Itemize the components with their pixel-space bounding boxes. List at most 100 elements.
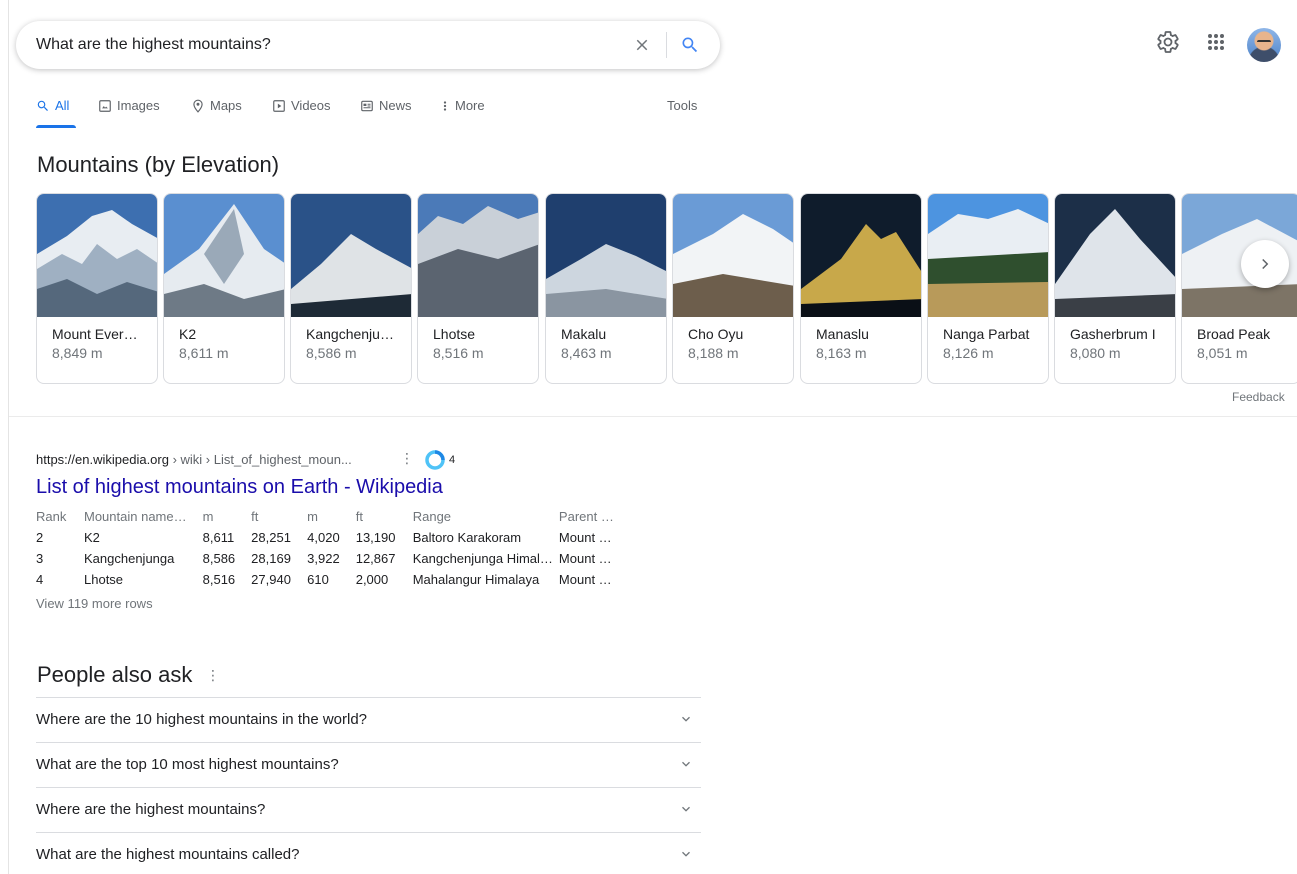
clear-button[interactable]: [628, 31, 656, 59]
paa-question-text: Where are the highest mountains?: [36, 801, 266, 818]
result-menu-button[interactable]: ⋮: [400, 450, 414, 467]
carousel-card-broad-peak[interactable]: Broad Peak 8,051 m: [1181, 193, 1297, 384]
mountain-name: Kangchenju…: [306, 326, 394, 342]
table-row: 4 Lhotse 8,516 27,940 610 2,000 Mahalang…: [36, 569, 630, 590]
table-cell: 8,516: [202, 572, 236, 587]
mountain-elevation: 8,126 m: [943, 345, 994, 361]
tab-videos[interactable]: Videos: [272, 98, 331, 128]
mountain-elevation: 8,080 m: [1070, 345, 1121, 361]
image-icon: [99, 100, 111, 112]
carousel-card-gasherbrum[interactable]: Gasherbrum I 8,080 m: [1054, 193, 1176, 384]
carousel-card-makalu[interactable]: Makalu 8,463 m: [545, 193, 667, 384]
table-cell: Mount …: [558, 551, 612, 566]
result-title-link[interactable]: List of highest mountains on Earth - Wik…: [36, 476, 443, 499]
table-cell: 28,251: [251, 530, 291, 545]
news-icon: [361, 100, 373, 112]
carousel-next-button[interactable]: [1241, 240, 1289, 288]
apps-button[interactable]: [1204, 30, 1228, 59]
mountain-elevation: 8,188 m: [688, 345, 739, 361]
table-row: 2 K2 8,611 28,251 4,020 13,190 Baltoro K…: [36, 527, 630, 548]
table-cell: 27,940: [251, 572, 291, 587]
search-icon: [37, 100, 48, 111]
table-row: 3 Kangchenjunga 8,586 28,169 3,922 12,86…: [36, 548, 630, 569]
table-header: ft: [355, 509, 363, 524]
ring-icon: [425, 450, 445, 470]
mountain-name: Cho Oyu: [688, 326, 744, 342]
tab-label: Images: [117, 98, 160, 113]
tools-button[interactable]: Tools: [667, 98, 697, 128]
avatar[interactable]: [1247, 28, 1281, 62]
chevron-right-icon[interactable]: [1256, 255, 1274, 273]
mountain-elevation: 8,463 m: [561, 345, 612, 361]
paa-question[interactable]: What are the top 10 most highest mountai…: [36, 742, 701, 787]
result-domain: https://en.wikipedia.org: [36, 452, 169, 467]
table-cell: Lhotse: [84, 572, 124, 587]
table-cell: 8,611: [202, 530, 235, 545]
ring-count: 4: [449, 454, 456, 466]
table-cell: Mount …: [558, 530, 612, 545]
paa-question-text: What are the top 10 most highest mountai…: [36, 756, 339, 773]
mountain-elevation: 8,611 m: [179, 345, 229, 361]
mountain-image: [418, 194, 538, 317]
tab-label: All: [55, 98, 70, 113]
view-more-rows-link[interactable]: View 119 more rows: [36, 596, 153, 611]
table-header: Rank: [36, 509, 67, 524]
more-vert-icon: [443, 101, 447, 111]
chevron-down-icon: [682, 761, 690, 767]
tab-label: Maps: [210, 98, 242, 113]
mountain-name: Manaslu: [816, 326, 869, 342]
mountain-elevation: 8,849 m: [52, 345, 103, 361]
carousel-card-lhotse[interactable]: Lhotse 8,516 m: [417, 193, 539, 384]
search-icon[interactable]: [680, 35, 700, 55]
apps-grid-icon[interactable]: [1204, 30, 1228, 54]
search-button[interactable]: [676, 31, 704, 59]
carousel-card-everest[interactable]: Mount Ever… 8,849 m: [36, 193, 158, 384]
tab-all[interactable]: All: [36, 98, 76, 128]
carousel-card-k2[interactable]: K2 8,611 m: [163, 193, 285, 384]
mountain-image: [291, 194, 411, 317]
tab-images[interactable]: Images: [98, 98, 160, 128]
chevron-down-icon: [682, 806, 690, 812]
search-input[interactable]: [36, 33, 616, 57]
table-cell: 8,586: [202, 551, 236, 566]
table-cell: Kangchenjunga: [84, 551, 175, 566]
carousel-card-manaslu[interactable]: Manaslu 8,163 m: [800, 193, 922, 384]
settings-button[interactable]: [1156, 30, 1180, 59]
carousel-card-nanga-parbat[interactable]: Nanga Parbat 8,126 m: [927, 193, 1049, 384]
table-cell: 12,867: [355, 551, 396, 566]
chevron-down-icon: [682, 716, 690, 722]
table-cell: 2,000: [355, 572, 389, 587]
paa-menu-button[interactable]: ⋮: [206, 667, 220, 684]
close-icon[interactable]: [633, 36, 651, 54]
tab-label: More: [455, 98, 485, 113]
tab-maps[interactable]: Maps: [191, 98, 242, 128]
carousel-title: Mountains (by Elevation): [37, 152, 280, 177]
paa-question[interactable]: What are the highest mountains called?: [36, 832, 701, 874]
mountain-elevation: 8,051 m: [1197, 345, 1248, 361]
tools-label: Tools: [667, 98, 698, 113]
mountain-name: K2: [179, 326, 197, 342]
page-edge: [8, 0, 9, 874]
table-cell: 28,169: [251, 551, 291, 566]
mountain-name: Broad Peak: [1197, 326, 1271, 342]
map-pin-icon: [193, 99, 203, 113]
people-also-ask-title: People also ask: [37, 662, 193, 687]
carousel-card-kangchenjunga[interactable]: Kangchenju… 8,586 m: [290, 193, 412, 384]
paa-question[interactable]: Where are the highest mountains?: [36, 787, 701, 832]
mountain-image: [37, 194, 157, 317]
result-path: › wiki › List_of_highest_moun...: [168, 452, 352, 467]
tab-news[interactable]: News: [360, 98, 412, 128]
chevron-down-icon: [682, 851, 690, 857]
paa-question[interactable]: Where are the 10 highest mountains in th…: [36, 697, 701, 742]
tab-more[interactable]: More: [440, 98, 485, 128]
mountain-name: Mount Ever…: [52, 326, 138, 342]
table-header: Range: [412, 509, 452, 524]
result-url[interactable]: https://en.wikipedia.org › wiki › List_o…: [36, 452, 352, 467]
table-cell: 13,190: [355, 530, 396, 545]
gear-icon[interactable]: [1156, 30, 1180, 54]
search-box[interactable]: [16, 21, 720, 69]
table-header: m: [202, 509, 214, 524]
feedback-link[interactable]: Feedback: [1232, 390, 1285, 404]
carousel-card-cho-oyu[interactable]: Cho Oyu 8,188 m: [672, 193, 794, 384]
paa-question-text: Where are the 10 highest mountains in th…: [36, 711, 368, 728]
